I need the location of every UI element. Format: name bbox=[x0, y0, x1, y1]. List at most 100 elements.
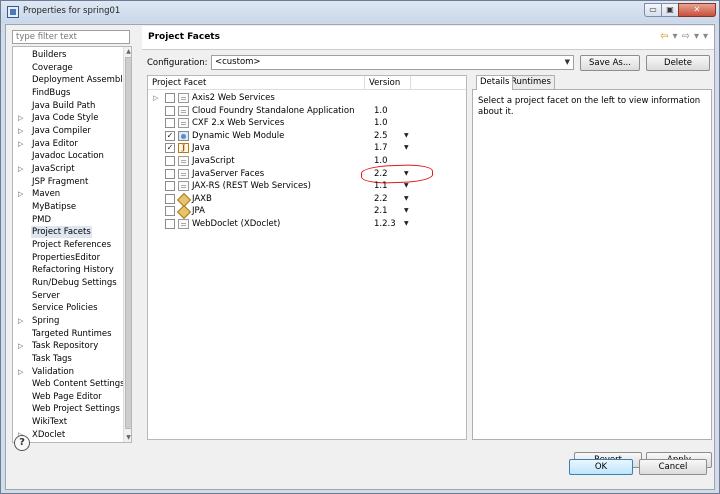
sidebar-item[interactable]: Service Policies bbox=[13, 302, 123, 314]
nav-scrollbar[interactable]: ▲ ▼ bbox=[123, 47, 131, 442]
expand-arrow-icon[interactable]: ▷ bbox=[18, 188, 26, 200]
sidebar-item[interactable]: Deployment Assembly bbox=[13, 74, 128, 86]
facet-checkbox[interactable]: ✓ bbox=[165, 130, 175, 141]
chevron-down-icon[interactable]: ▼ bbox=[404, 205, 409, 217]
sidebar-item[interactable]: Server bbox=[13, 290, 123, 302]
tab-runtimes[interactable]: Runtimes bbox=[507, 75, 555, 89]
sidebar-item[interactable]: ▷XDoclet bbox=[13, 429, 123, 441]
facet-row[interactable]: ✓ Dynamic Web Module 2.5 ▼ bbox=[148, 130, 466, 142]
facet-checkbox[interactable] bbox=[165, 168, 175, 179]
expand-arrow-icon[interactable]: ▷ bbox=[18, 163, 26, 175]
minimize-button[interactable]: ▭ bbox=[644, 3, 662, 17]
facet-version[interactable]: 2.2 bbox=[374, 168, 388, 180]
maximize-button[interactable]: ▣ bbox=[661, 3, 679, 17]
column-header-facet[interactable]: Project Facet bbox=[152, 78, 206, 88]
facet-version[interactable]: 2.5 bbox=[374, 130, 388, 142]
expand-arrow-icon[interactable]: ▷ bbox=[18, 340, 26, 352]
chevron-down-icon[interactable]: ▼ bbox=[404, 130, 409, 142]
sidebar-item[interactable]: ▷ Java Compiler bbox=[13, 125, 123, 137]
facet-row[interactable]: ✓ J Java 1.7 ▼ bbox=[148, 142, 466, 154]
facet-checkbox[interactable] bbox=[165, 118, 175, 129]
facet-row[interactable]: JavaScript 1.0 bbox=[148, 155, 466, 167]
sidebar-item[interactable]: ▷ Validation bbox=[13, 366, 123, 378]
sidebar-item[interactable]: Coverage bbox=[13, 62, 123, 74]
column-header-version[interactable]: Version bbox=[369, 78, 400, 88]
facet-checkbox[interactable] bbox=[165, 219, 175, 229]
save-as-button[interactable]: Save As... bbox=[580, 55, 640, 71]
sidebar-item[interactable]: ▷ Task Repository bbox=[13, 340, 123, 352]
sidebar-item[interactable]: Javadoc Location bbox=[13, 150, 123, 162]
sidebar-item[interactable]: ▷ Java Code Style bbox=[13, 112, 123, 124]
facet-version[interactable]: 1.2.3 bbox=[374, 218, 396, 230]
help-icon[interactable]: ? bbox=[14, 435, 30, 451]
sidebar-item[interactable]: ▷ Java Editor bbox=[13, 138, 123, 150]
facet-checkbox[interactable]: ✓ bbox=[165, 143, 175, 154]
facet-row[interactable]: Cloud Foundry Standalone Application 1.0 bbox=[148, 105, 466, 117]
expand-arrow-icon[interactable]: ▷ bbox=[18, 315, 26, 327]
facet-row[interactable]: CXF 2.x Web Services 1.0 bbox=[148, 117, 466, 129]
facet-version[interactable]: 2.2 bbox=[374, 193, 388, 205]
sidebar-item[interactable]: Web Page Editor bbox=[13, 391, 123, 403]
forward-menu-icon[interactable]: ▾ bbox=[694, 31, 699, 42]
facet-row[interactable]: JavaServer Faces 2.2 ▼ bbox=[148, 168, 466, 180]
close-button[interactable]: ✕ bbox=[678, 3, 716, 17]
sidebar-item[interactable]: PMD bbox=[13, 214, 123, 226]
configuration-select[interactable]: <custom> ▼ bbox=[211, 55, 574, 70]
sidebar-item[interactable]: Task Tags bbox=[13, 353, 123, 365]
expand-arrow-icon[interactable]: ▷ bbox=[153, 92, 158, 104]
facet-checkbox[interactable] bbox=[165, 206, 175, 217]
cancel-button[interactable]: Cancel bbox=[639, 459, 707, 475]
scroll-up-icon[interactable]: ▲ bbox=[124, 47, 131, 56]
facet-row[interactable]: JAXB 2.2 ▼ bbox=[148, 193, 466, 205]
title-bar[interactable]: Properties for spring01 ▭ ▣ ✕ bbox=[1, 1, 719, 23]
facet-row[interactable]: WebDoclet (XDoclet) 1.2.3 ▼ bbox=[148, 218, 466, 230]
sidebar-item[interactable]: MyBatipse bbox=[13, 201, 123, 213]
sidebar-item[interactable]: PropertiesEditor bbox=[13, 252, 123, 264]
facet-version[interactable]: 1.7 bbox=[374, 142, 388, 154]
ok-button[interactable]: OK bbox=[569, 459, 633, 475]
sidebar-item[interactable]: WikiText bbox=[13, 416, 123, 428]
chevron-down-icon[interactable]: ▼ bbox=[404, 168, 409, 180]
sidebar-item[interactable]: JSP Fragment bbox=[13, 176, 123, 188]
back-arrow-icon[interactable]: ⇦ bbox=[660, 31, 668, 42]
chevron-down-icon[interactable]: ▼ bbox=[404, 180, 409, 192]
filter-input[interactable] bbox=[12, 30, 130, 44]
sidebar-item[interactable]: Web Content Settings bbox=[13, 378, 125, 390]
chevron-down-icon[interactable]: ▼ bbox=[404, 218, 409, 230]
sidebar-item[interactable]: FindBugs bbox=[13, 87, 123, 99]
facet-checkbox[interactable] bbox=[165, 156, 175, 166]
sidebar-item[interactable]: Project Facets bbox=[13, 226, 123, 239]
sidebar-item[interactable]: Run/Debug Settings bbox=[13, 277, 123, 289]
view-menu-icon[interactable]: ▾ bbox=[703, 31, 708, 42]
sidebar-item[interactable]: ▷ JavaScript bbox=[13, 163, 123, 175]
sidebar-item[interactable]: Java Build Path bbox=[13, 100, 123, 112]
scroll-down-icon[interactable]: ▼ bbox=[124, 433, 131, 442]
chevron-down-icon[interactable]: ▼ bbox=[404, 142, 409, 154]
tab-details[interactable]: Details bbox=[476, 75, 514, 90]
expand-arrow-icon[interactable]: ▷ bbox=[18, 366, 26, 378]
facet-row[interactable]: JAX-RS (REST Web Services) 1.1 ▼ bbox=[148, 180, 466, 192]
sidebar-item[interactable]: Project References bbox=[13, 239, 123, 251]
facet-version[interactable]: 2.1 bbox=[374, 205, 388, 217]
sidebar-item[interactable]: Targeted Runtimes bbox=[13, 328, 123, 340]
chevron-down-icon[interactable]: ▼ bbox=[404, 193, 409, 205]
facet-checkbox[interactable] bbox=[165, 181, 175, 192]
facet-checkbox[interactable] bbox=[165, 93, 175, 103]
forward-arrow-icon[interactable]: ⇨ bbox=[682, 31, 690, 42]
expand-arrow-icon[interactable]: ▷ bbox=[18, 138, 26, 150]
facet-checkbox[interactable] bbox=[165, 193, 175, 204]
expand-arrow-icon[interactable]: ▷ bbox=[18, 125, 26, 137]
sidebar-item[interactable]: Builders bbox=[13, 49, 123, 61]
sidebar-item[interactable]: Web Project Settings bbox=[13, 403, 123, 415]
scroll-thumb[interactable] bbox=[125, 57, 131, 429]
facet-row[interactable]: JPA 2.1 ▼ bbox=[148, 205, 466, 217]
back-menu-icon[interactable]: ▾ bbox=[673, 31, 678, 42]
expand-arrow-icon[interactable]: ▷ bbox=[18, 112, 26, 124]
facet-version[interactable]: 1.1 bbox=[374, 180, 388, 192]
facet-checkbox[interactable] bbox=[165, 105, 175, 116]
sidebar-item[interactable]: ▷ Spring bbox=[13, 315, 123, 327]
sidebar-item[interactable]: ▷ Maven bbox=[13, 188, 123, 200]
sidebar-item[interactable]: Refactoring History bbox=[13, 264, 123, 276]
facet-row[interactable]: ▷ Axis2 Web Services bbox=[148, 92, 466, 104]
delete-button[interactable]: Delete bbox=[646, 55, 710, 71]
